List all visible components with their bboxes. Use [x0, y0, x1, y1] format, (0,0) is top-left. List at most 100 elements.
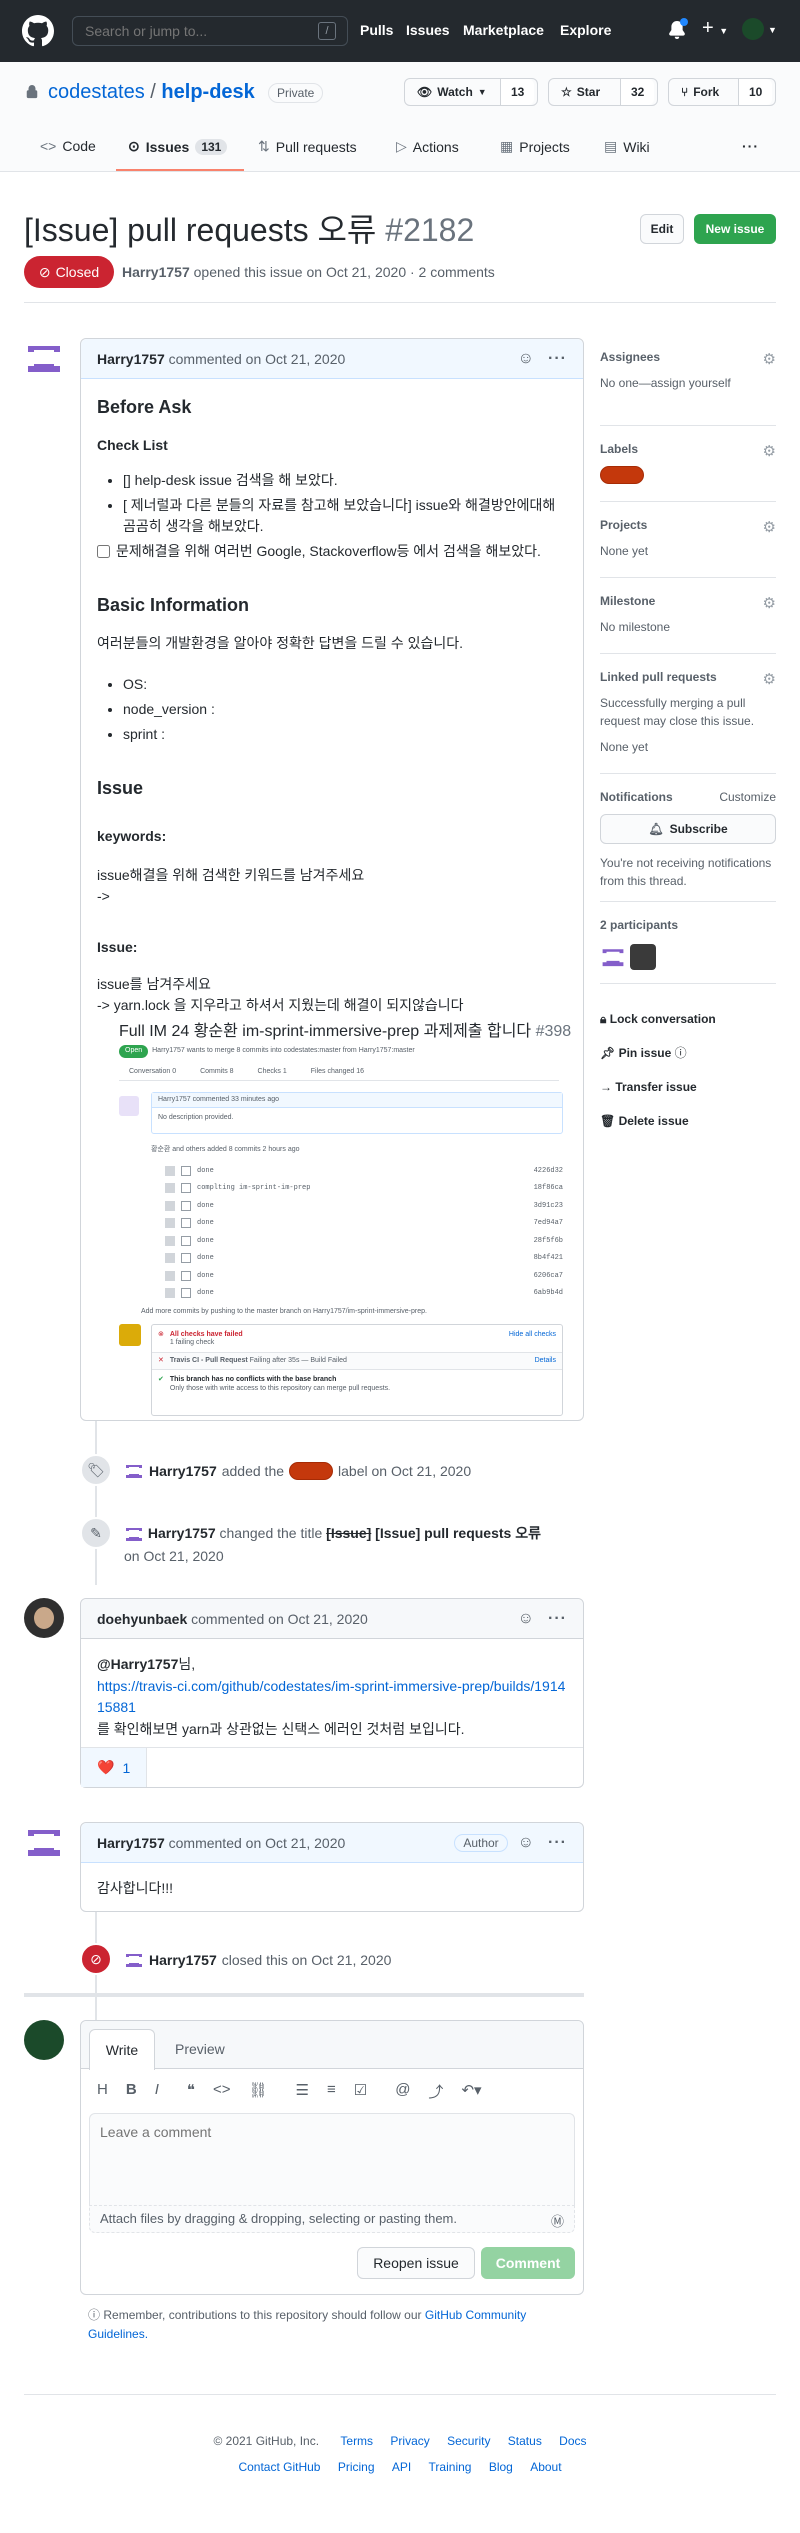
- gear-icon[interactable]: ⚙: [763, 670, 776, 688]
- task-checkbox[interactable]: [97, 545, 110, 558]
- kebab-menu-icon[interactable]: ···: [548, 350, 567, 368]
- event-timestamp[interactable]: on Oct 21, 2020: [124, 1548, 224, 1564]
- tab-projects[interactable]: ▦ Projects: [500, 138, 570, 155]
- event-author-link[interactable]: Harry1757: [149, 1952, 217, 1968]
- chevron-down-icon[interactable]: ▼: [768, 25, 777, 35]
- unordered-list-icon[interactable]: ☰: [296, 2081, 309, 2102]
- tab-pull-requests[interactable]: ⇅ Pull requests: [258, 138, 357, 155]
- issue-label[interactable]: [289, 1462, 334, 1480]
- harry1757-avatar[interactable]: [24, 1822, 64, 1862]
- task-list-icon[interactable]: ☑: [354, 2081, 367, 2102]
- gear-icon[interactable]: ⚙: [763, 594, 776, 612]
- embedded-screenshot[interactable]: Full IM 24 황순환 im-sprint-immersive-prep …: [119, 1022, 571, 1442]
- harry1757-avatar[interactable]: [24, 338, 64, 378]
- more-tabs-icon[interactable]: ···: [742, 138, 759, 154]
- footer-link-status[interactable]: Status: [508, 2434, 542, 2448]
- kebab-menu-icon[interactable]: ···: [548, 1610, 567, 1628]
- star-count[interactable]: 32: [621, 79, 655, 105]
- footer-link-security[interactable]: Security: [447, 2434, 490, 2448]
- star-button[interactable]: ☆ Star 32: [548, 78, 658, 106]
- comment-author-link[interactable]: Harry1757: [97, 1835, 165, 1851]
- issue-author-link[interactable]: Harry1757: [122, 264, 190, 280]
- watch-count[interactable]: 13: [501, 79, 535, 105]
- footer-link-about[interactable]: About: [530, 2460, 561, 2474]
- markdown-icon[interactable]: Ⓜ: [551, 2211, 564, 2229]
- gear-icon[interactable]: ⚙: [763, 442, 776, 460]
- user-mention[interactable]: @Harry1757: [97, 1656, 178, 1672]
- comment-timestamp[interactable]: commented on Oct 21, 2020: [169, 351, 346, 367]
- bold-icon[interactable]: B: [126, 2081, 137, 2102]
- link-icon[interactable]: ⛓︎: [248, 2081, 267, 2102]
- footer-link-terms[interactable]: Terms: [340, 2434, 373, 2448]
- lock-conversation[interactable]: 🔒︎ Lock conversation: [600, 1002, 776, 1036]
- comment-timestamp[interactable]: commented on Oct 21, 2020: [191, 1611, 368, 1627]
- footer-link-docs[interactable]: Docs: [559, 2434, 586, 2448]
- comment-button[interactable]: Comment: [481, 2247, 575, 2279]
- sidebar-labels-title[interactable]: Labels: [600, 442, 776, 456]
- nav-explore[interactable]: Explore: [560, 22, 611, 38]
- create-new-icon[interactable]: + ▼: [702, 18, 728, 41]
- transfer-issue[interactable]: → Transfer issue: [600, 1070, 776, 1104]
- code-icon[interactable]: <>: [213, 2081, 231, 2102]
- repo-name-link[interactable]: help-desk: [161, 81, 254, 103]
- mention-icon[interactable]: @: [395, 2081, 410, 2102]
- pin-issue[interactable]: 📌︎ Pin issue ⓘ: [600, 1036, 776, 1070]
- harry1757-avatar-small[interactable]: [124, 1461, 144, 1481]
- new-issue-button[interactable]: New issue: [694, 214, 776, 244]
- nav-marketplace[interactable]: Marketplace: [463, 22, 544, 38]
- participant-avatar[interactable]: [600, 944, 626, 970]
- tab-code[interactable]: <> Code: [40, 138, 96, 154]
- event-author-link[interactable]: Harry1757: [149, 1463, 217, 1479]
- file-attach-area[interactable]: Attach files by dragging & dropping, sel…: [89, 2205, 575, 2233]
- footer-link-blog[interactable]: Blog: [489, 2460, 513, 2474]
- comment-author-link[interactable]: doehyunbaek: [97, 1611, 187, 1627]
- sidebar-milestone-title[interactable]: Milestone: [600, 594, 776, 608]
- quote-icon[interactable]: ❝: [187, 2081, 195, 2102]
- ordered-list-icon[interactable]: ≡: [327, 2081, 336, 2102]
- kebab-menu-icon[interactable]: ···: [548, 1834, 567, 1852]
- smiley-icon[interactable]: ☺: [518, 1610, 534, 1628]
- edit-title-button[interactable]: Edit: [640, 214, 684, 244]
- nav-issues[interactable]: Issues: [406, 22, 450, 38]
- fork-button[interactable]: ⑂ Fork 10: [668, 78, 776, 106]
- tab-write[interactable]: Write: [89, 2029, 155, 2070]
- sidebar-assignees-title[interactable]: Assignees: [600, 350, 776, 364]
- doehyunbaek-avatar[interactable]: [24, 1598, 64, 1638]
- tab-issues[interactable]: ⊙ Issues 131: [128, 138, 228, 155]
- subscribe-button[interactable]: 🔔︎ Subscribe: [600, 814, 776, 844]
- tab-preview[interactable]: Preview: [175, 2029, 225, 2069]
- footer-link-training[interactable]: Training: [429, 2460, 472, 2474]
- fork-count[interactable]: 10: [739, 79, 773, 105]
- italic-icon[interactable]: I: [155, 2081, 159, 2102]
- travis-build-link[interactable]: https://travis-ci.com/github/codestates/…: [97, 1678, 565, 1716]
- smiley-icon[interactable]: ☺: [518, 350, 534, 368]
- comment-author-link[interactable]: Harry1757: [97, 351, 165, 367]
- tab-wiki[interactable]: ▤ Wiki: [604, 138, 650, 155]
- footer-link-pricing[interactable]: Pricing: [338, 2460, 375, 2474]
- search-input[interactable]: [72, 16, 348, 46]
- heart-reaction[interactable]: ❤️ 1: [81, 1748, 148, 1787]
- footer-link-contact[interactable]: Contact GitHub: [238, 2460, 320, 2474]
- watch-button[interactable]: 👁 Watch ▼ 13: [404, 78, 538, 106]
- participant-avatar[interactable]: [630, 944, 656, 970]
- gear-icon[interactable]: ⚙: [763, 350, 776, 368]
- event-author-link[interactable]: Harry1757: [148, 1525, 216, 1541]
- harry1757-avatar-small[interactable]: [124, 1524, 144, 1544]
- sidebar-assignees-value[interactable]: No one—assign yourself: [600, 376, 776, 390]
- footer-link-privacy[interactable]: Privacy: [390, 2434, 429, 2448]
- tab-actions[interactable]: ▷ Actions: [396, 138, 459, 155]
- reopen-issue-button[interactable]: Reopen issue: [357, 2247, 475, 2279]
- gear-icon[interactable]: ⚙: [763, 518, 776, 536]
- delete-issue[interactable]: 🗑︎ Delete issue: [600, 1104, 776, 1138]
- nav-pulls[interactable]: Pulls: [360, 22, 393, 38]
- smiley-icon[interactable]: ☺: [518, 1834, 534, 1852]
- user-avatar[interactable]: [742, 18, 764, 40]
- cross-reference-icon[interactable]: ⤴: [428, 2081, 443, 2102]
- reply-icon[interactable]: ↶▾: [461, 2081, 481, 2102]
- comment-textarea[interactable]: [89, 2113, 575, 2205]
- heading-icon[interactable]: H: [97, 2081, 108, 2102]
- comment-timestamp[interactable]: commented on Oct 21, 2020: [169, 1835, 346, 1851]
- sidebar-linked-title[interactable]: Linked pull requests: [600, 670, 776, 684]
- harry1757-avatar-small[interactable]: [124, 1950, 144, 1970]
- current-user-avatar[interactable]: [24, 2020, 64, 2060]
